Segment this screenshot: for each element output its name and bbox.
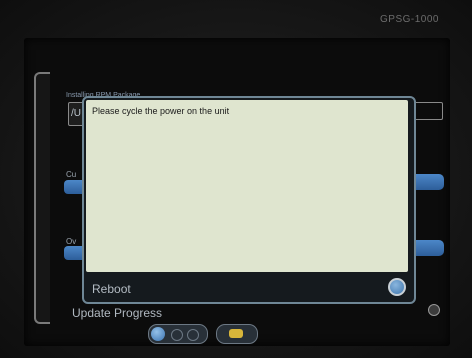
reboot-label: Reboot: [92, 282, 131, 296]
background-label-cu: Cu: [66, 170, 77, 179]
navigation-toggle[interactable]: [148, 324, 208, 344]
progress-indicator: [428, 304, 440, 316]
toggle-knob: [151, 327, 165, 341]
reboot-button[interactable]: [388, 278, 406, 296]
toggle-segment-2: [187, 329, 199, 341]
background-label-ov: Ov: [66, 237, 77, 246]
dialog-message-area: Please cycle the power on the unit: [86, 100, 408, 272]
toggle-segment-1: [171, 329, 183, 341]
dialog-message: Please cycle the power on the unit: [92, 106, 230, 116]
background-progress-bar-left-2: [64, 246, 84, 260]
device-model-label: GPSG-1000: [380, 14, 439, 25]
update-progress-label: Update Progress: [72, 306, 163, 320]
left-side-tab[interactable]: [34, 72, 50, 324]
background-progress-bar-left: [64, 180, 84, 194]
key-icon: [229, 329, 243, 338]
key-button[interactable]: [216, 324, 258, 344]
